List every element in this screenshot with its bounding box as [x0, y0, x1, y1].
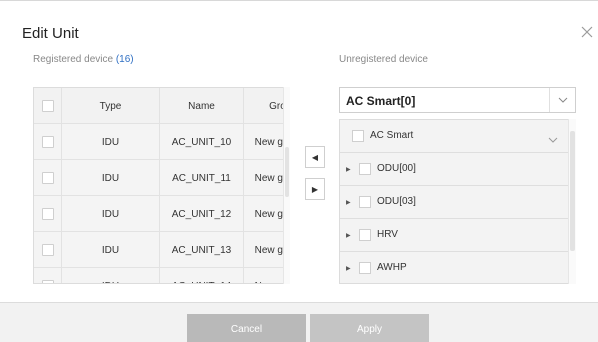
- tree-node-ac-smart[interactable]: AC Smart: [340, 120, 569, 153]
- tree-node-odu-03[interactable]: ▶ ODU[03]: [340, 186, 569, 219]
- dialog-footer: Cancel Apply: [0, 302, 598, 342]
- move-left-button[interactable]: ◀: [305, 146, 325, 168]
- row-checkbox-cell: [34, 160, 62, 196]
- expand-arrow-icon[interactable]: ▶: [346, 199, 351, 206]
- select-all-checkbox[interactable]: [41, 100, 54, 112]
- move-right-button[interactable]: ▶: [305, 178, 325, 200]
- table-row[interactable]: IDU AC_UNIT_10 New group 2: [34, 124, 289, 160]
- row-checkbox-cell: [34, 268, 62, 283]
- chevron-down-icon[interactable]: [549, 88, 575, 112]
- tree-node-awhp[interactable]: ▶ AWHP: [340, 252, 569, 283]
- arrow-left-icon: ◀: [311, 152, 319, 162]
- unregistered-device-tree: AC Smart ▶ ODU[00] ▶ ODU[03] ▶ HRV ▶ AWH…: [339, 119, 576, 284]
- row-checkbox-cell: [34, 232, 62, 268]
- dialog-title: Edit Unit: [22, 25, 79, 42]
- row-checkbox[interactable]: [41, 136, 54, 148]
- registered-device-label: Registered device (16): [33, 54, 134, 65]
- row-type: IDU: [62, 268, 160, 283]
- row-checkbox-cell: [34, 124, 62, 160]
- chevron-down-icon[interactable]: [548, 130, 558, 148]
- close-icon[interactable]: [580, 25, 594, 39]
- registered-label-text: Registered device: [33, 54, 114, 65]
- scrollbar-thumb[interactable]: [570, 131, 575, 251]
- registered-device-table: Type Name Group IDU AC_UNIT_10 New group…: [33, 87, 290, 284]
- table-row[interactable]: IDU AC_UNIT_11 New group 2: [34, 160, 289, 196]
- table-row[interactable]: IDU AC_UNIT_13 New group 2: [34, 232, 289, 268]
- arrow-right-icon: ▶: [311, 184, 319, 194]
- cancel-button[interactable]: Cancel: [187, 314, 306, 342]
- expand-arrow-icon[interactable]: ▶: [346, 166, 351, 173]
- row-checkbox[interactable]: [41, 172, 54, 184]
- row-checkbox[interactable]: [41, 244, 54, 256]
- tree-node-label: HRV: [377, 229, 398, 240]
- apply-button[interactable]: Apply: [310, 314, 429, 342]
- row-name: AC_UNIT_12: [160, 196, 244, 232]
- row-name: AC_UNIT_13: [160, 232, 244, 268]
- row-name: AC_UNIT_14: [160, 268, 244, 283]
- controller-select-value: AC Smart[0]: [346, 94, 416, 108]
- row-checkbox[interactable]: [41, 208, 54, 220]
- expand-arrow-icon[interactable]: ▶: [346, 232, 351, 239]
- tree-node-label: ODU[03]: [377, 196, 416, 207]
- tree-node-checkbox[interactable]: [359, 262, 371, 274]
- table-header-row: Type Name Group: [34, 88, 289, 124]
- unregistered-device-label: Unregistered device: [339, 54, 428, 65]
- tree-node-label: ODU[00]: [377, 163, 416, 174]
- tree-node-checkbox[interactable]: [352, 130, 364, 142]
- select-all-cell: [34, 88, 62, 124]
- row-name: AC_UNIT_11: [160, 160, 244, 196]
- row-type: IDU: [62, 196, 160, 232]
- expand-arrow-icon[interactable]: ▶: [346, 265, 351, 272]
- row-type: IDU: [62, 232, 160, 268]
- tree-node-checkbox[interactable]: [359, 229, 371, 241]
- registered-table-scrollbar[interactable]: [283, 87, 290, 284]
- row-name: AC_UNIT_10: [160, 124, 244, 160]
- scrollbar-thumb[interactable]: [285, 147, 289, 197]
- column-header-name[interactable]: Name: [160, 88, 244, 124]
- row-type: IDU: [62, 160, 160, 196]
- unregistered-tree-scrollbar[interactable]: [568, 119, 576, 284]
- tree-node-checkbox[interactable]: [359, 196, 371, 208]
- tree-node-checkbox[interactable]: [359, 163, 371, 175]
- column-header-type[interactable]: Type: [62, 88, 160, 124]
- table-row[interactable]: IDU AC_UNIT_12 New group 2: [34, 196, 289, 232]
- tree-node-odu-00[interactable]: ▶ ODU[00]: [340, 153, 569, 186]
- controller-select[interactable]: AC Smart[0]: [339, 87, 576, 113]
- table-row[interactable]: IDU AC_UNIT_14 New group 2: [34, 268, 289, 283]
- row-type: IDU: [62, 124, 160, 160]
- registered-count: (16): [115, 54, 134, 65]
- row-checkbox[interactable]: [41, 280, 54, 283]
- tree-node-hrv[interactable]: ▶ HRV: [340, 219, 569, 252]
- tree-node-label: AC Smart: [370, 130, 414, 141]
- row-checkbox-cell: [34, 196, 62, 232]
- tree-node-label: AWHP: [377, 262, 407, 273]
- edit-unit-dialog: Edit Unit Registered device (16) Unregis…: [0, 0, 598, 342]
